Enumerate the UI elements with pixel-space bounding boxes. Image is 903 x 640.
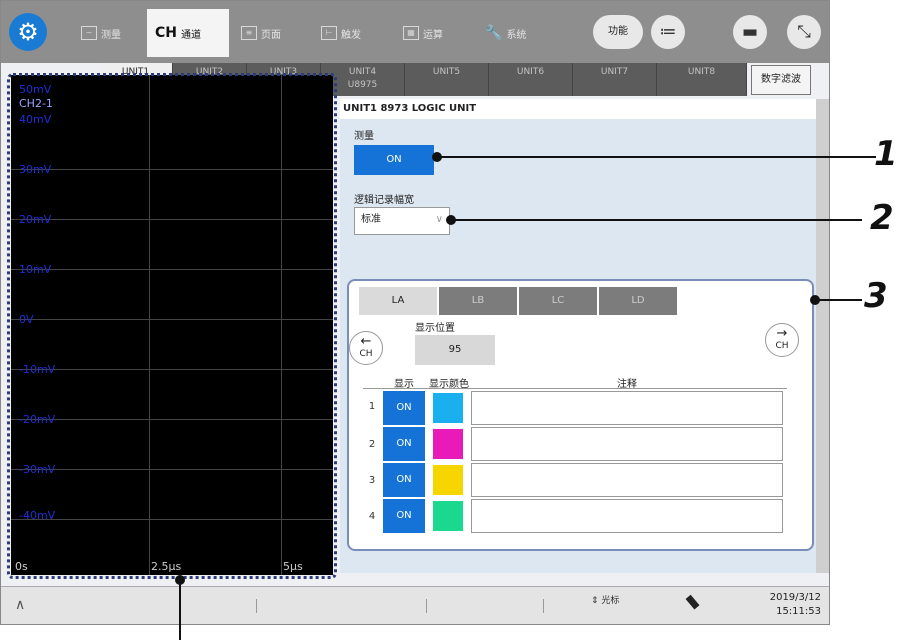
callout-lines [175,152,876,640]
callout-1: 1 [874,134,898,174]
callout-2: 2 [870,198,894,238]
callout-3: 3 [864,276,888,316]
